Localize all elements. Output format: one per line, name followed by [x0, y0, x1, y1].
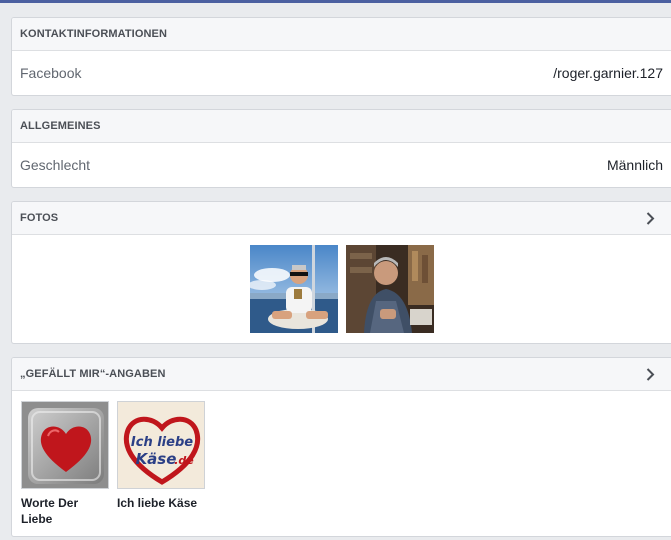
photos-header[interactable]: FOTOS [12, 202, 671, 235]
facebook-value[interactable]: /roger.garnier.127 [553, 65, 663, 81]
top-accent-bar [0, 0, 671, 3]
chevron-right-icon[interactable] [643, 211, 657, 225]
gender-row: Geschlecht Männlich [12, 143, 671, 187]
cheese-logo-line1: Ich liebe [131, 435, 193, 450]
likes-card: „GEFÄLLT MIR“-ANGABEN Worte Der Liebe Ic… [11, 357, 671, 537]
facebook-row: Facebook /roger.garnier.127 [12, 51, 671, 95]
likes-header[interactable]: „GEFÄLLT MIR“-ANGABEN [12, 358, 671, 391]
gender-label: Geschlecht [20, 157, 91, 173]
photo-sailing[interactable] [249, 245, 338, 333]
gender-value: Männlich [606, 157, 663, 173]
likes-title: „GEFÄLLT MIR“-ANGABEN [20, 368, 166, 380]
general-card: ALLGEMEINES Geschlecht Männlich [11, 109, 671, 188]
facebook-label: Facebook [20, 65, 82, 81]
photo-portrait[interactable] [345, 245, 434, 333]
cheese-logo-line3: .de [174, 454, 194, 467]
general-header: ALLGEMEINES [12, 110, 671, 143]
contact-info-header: KONTAKTINFORMATIONEN [12, 18, 671, 51]
photos-title: FOTOS [20, 212, 59, 224]
contact-info-title: KONTAKTINFORMATIONEN [20, 28, 168, 40]
like-name[interactable]: Worte Der Liebe [21, 495, 109, 527]
general-title: ALLGEMEINES [20, 120, 101, 132]
like-item-ich-liebe-kaese[interactable]: Ich liebe Käse .de Ich liebe Käse [117, 401, 205, 536]
heart-cube-image[interactable] [21, 401, 109, 489]
cheese-logo-image[interactable]: Ich liebe Käse .de [117, 401, 205, 489]
cheese-logo-line2: Käse [136, 450, 177, 468]
photos-grid [12, 235, 671, 343]
like-item-worte-der-liebe[interactable]: Worte Der Liebe [21, 401, 109, 536]
contact-info-card: KONTAKTINFORMATIONEN Facebook /roger.gar… [11, 17, 671, 96]
likes-list: Worte Der Liebe Ich liebe Käse .de Ich l… [12, 391, 671, 536]
like-name[interactable]: Ich liebe Käse [117, 495, 205, 511]
chevron-right-icon[interactable] [643, 367, 657, 381]
photos-card: FOTOS [11, 201, 671, 344]
